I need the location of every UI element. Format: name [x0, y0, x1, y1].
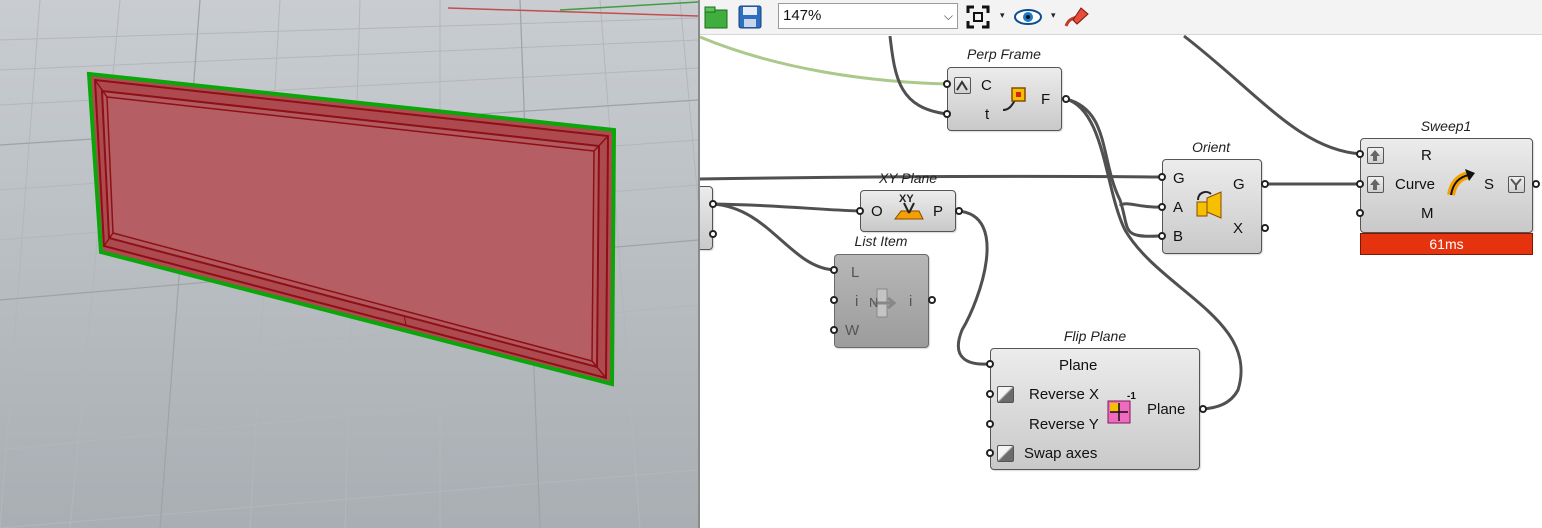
input-label-l: L [851, 264, 860, 281]
wire [888, 35, 948, 116]
input-port-reverse-y[interactable] [986, 420, 994, 428]
input-label-m: M [1421, 205, 1434, 222]
reverse-x-toggle[interactable] [997, 386, 1014, 403]
input-port-m[interactable] [1356, 209, 1364, 217]
reparameterize-flag-icon [1367, 176, 1384, 193]
input-label-o: O [871, 203, 883, 220]
input-port-reverse-x[interactable] [986, 390, 994, 398]
canvas-toolbar: 147% ⌵ ▾ ▾ [700, 0, 1542, 35]
input-label-g: G [1173, 170, 1185, 187]
offscreen-output-port[interactable] [709, 230, 717, 238]
profiler-timing-badge: 61ms [1360, 233, 1533, 255]
sketch-pen-icon[interactable] [1062, 2, 1092, 32]
flatten-flag-icon [1508, 176, 1525, 193]
output-label-f: F [1041, 91, 1051, 108]
flip-plane-component[interactable]: Plane Reverse X Reverse Y Swap axes -1 P… [990, 348, 1200, 470]
output-label-i: i [909, 293, 913, 310]
xy-icon-text: XY [899, 193, 914, 205]
input-port-c[interactable] [943, 80, 951, 88]
preview-dropdown-icon[interactable]: ▾ [1051, 10, 1056, 21]
offscreen-component[interactable] [700, 186, 713, 250]
output-label-p: P [933, 203, 944, 220]
wire-selected [700, 35, 948, 86]
output-port-s[interactable] [1532, 180, 1540, 188]
output-port-p[interactable] [955, 207, 963, 215]
input-port-r[interactable] [1356, 150, 1364, 158]
xy-plane-title: XY Plane [878, 170, 938, 186]
input-port-plane[interactable] [986, 360, 994, 368]
swap-axes-toggle[interactable] [997, 445, 1014, 462]
flip-plane-title: Flip Plane [1063, 328, 1127, 344]
output-label-x: X [1233, 220, 1244, 237]
input-port-b[interactable] [1158, 232, 1166, 240]
input-label-b: B [1173, 228, 1184, 245]
output-label-s: S [1484, 176, 1495, 193]
reparameterize-flag-icon [1367, 147, 1384, 164]
chevron-down-icon[interactable]: ⌵ [944, 4, 953, 28]
input-label-reverse-y: Reverse Y [1029, 416, 1099, 433]
perp-frame-component[interactable]: C t F [947, 67, 1062, 131]
input-label-a: A [1173, 199, 1184, 216]
input-port-curve[interactable] [1356, 180, 1364, 188]
input-label-reverse-x: Reverse X [1029, 386, 1100, 403]
output-port-f[interactable] [1062, 95, 1070, 103]
list-item-title: List Item [854, 233, 908, 249]
rhino-viewport[interactable] [0, 0, 698, 528]
viewport-scene [0, 0, 698, 528]
orient-icon [1193, 188, 1225, 227]
list-item-component[interactable]: L i W N i [834, 254, 929, 348]
grasshopper-canvas[interactable]: 147% ⌵ ▾ ▾ Perp Frame C t F Orient G A B… [700, 0, 1542, 528]
input-label-curve: Curve [1395, 176, 1436, 193]
offscreen-output-port[interactable] [709, 200, 717, 208]
y-axis-line [559, 1, 698, 11]
input-port-l[interactable] [830, 266, 838, 274]
input-port-g[interactable] [1158, 173, 1166, 181]
input-port-o[interactable] [856, 207, 864, 215]
output-label-g: G [1233, 176, 1245, 193]
wire [1183, 34, 1362, 156]
output-label-plane: Plane [1147, 401, 1186, 418]
preview-eye-icon[interactable] [1013, 2, 1043, 32]
input-label-plane: Plane [1059, 357, 1098, 374]
wire [712, 202, 836, 272]
orient-title: Orient [1191, 139, 1231, 155]
output-port-g[interactable] [1261, 180, 1269, 188]
graft-flag-icon [954, 77, 971, 94]
zoom-select[interactable]: 147% ⌵ [778, 3, 958, 29]
wire [1065, 97, 1160, 238]
perp-frame-icon [1000, 82, 1030, 119]
sweep1-title: Sweep1 [1420, 118, 1472, 134]
input-label-r: R [1421, 147, 1432, 164]
input-label-w: W [845, 322, 860, 339]
input-label-c: C [981, 77, 992, 94]
input-port-a[interactable] [1158, 203, 1166, 211]
xy-plane-component[interactable]: O XY P [860, 190, 956, 232]
output-port-plane[interactable] [1199, 405, 1207, 413]
input-port-t[interactable] [943, 110, 951, 118]
input-label-t: t [985, 106, 990, 123]
zoom-value: 147% [783, 7, 822, 24]
zoom-extents-dropdown-icon[interactable]: ▾ [1000, 10, 1005, 21]
flip-icon-text: -1 [1127, 391, 1136, 402]
output-port-i[interactable] [928, 296, 936, 304]
zoom-extents-icon[interactable] [963, 2, 993, 32]
sweep-icon [1447, 167, 1477, 204]
save-file-icon[interactable] [735, 2, 765, 32]
orient-component[interactable]: G A B G X [1162, 159, 1262, 254]
list-item-icon-text: N [869, 295, 879, 310]
open-file-icon[interactable] [701, 2, 731, 32]
sweep1-component[interactable]: R Curve M S [1360, 138, 1533, 233]
perp-frame-title: Perp Frame [967, 46, 1041, 62]
input-label-swap-axes: Swap axes [1024, 445, 1098, 462]
input-port-swap-axes[interactable] [986, 449, 994, 457]
wire [956, 209, 989, 366]
input-port-w[interactable] [830, 326, 838, 334]
output-port-x[interactable] [1261, 224, 1269, 232]
input-port-i[interactable] [830, 296, 838, 304]
input-label-i: i [855, 293, 859, 310]
